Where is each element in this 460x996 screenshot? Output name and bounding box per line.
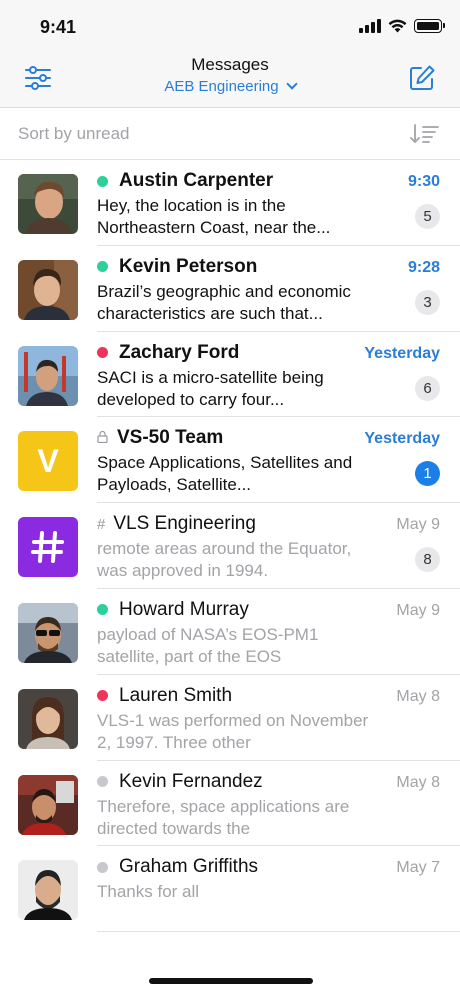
hashtag-icon [31, 531, 64, 564]
name-line: Lauren Smith [97, 685, 232, 707]
message-time: 9:28 [407, 258, 440, 276]
avatar [18, 345, 78, 406]
name-line: Kevin Fernandez [97, 771, 263, 793]
conversation-row[interactable]: Zachary Ford Yesterday SACI is a micro-s… [0, 332, 460, 418]
channel-name: VLS Engineering [113, 513, 256, 535]
message-preview: Therefore, space applications are direct… [97, 796, 350, 838]
unread-count-badge: 6 [415, 375, 440, 401]
avatar [18, 602, 78, 663]
conversation-row[interactable]: Graham Griffiths May 7 Thanks for all [0, 846, 460, 932]
unread-count-badge: 5 [415, 204, 440, 229]
compose-icon[interactable] [408, 64, 436, 92]
name-line: VS-50 Team [97, 427, 223, 449]
workspace-switcher[interactable]: AEB Engineering [0, 78, 460, 95]
page-title: Messages [191, 55, 269, 74]
contact-name: Howard Murray [119, 598, 249, 620]
avatar [18, 259, 78, 320]
contact-name: Austin Carpenter [119, 170, 274, 191]
nav-header: Messages AEB Engineering [0, 50, 460, 108]
conversation-row[interactable]: Lauren Smith May 8 VLS-1 was performed o… [0, 675, 460, 761]
chevron-down-icon [285, 78, 298, 90]
message-preview: remote areas around the Equator, was app… [97, 539, 352, 581]
avatar [18, 688, 78, 749]
message-preview: Hey, the location is in the Northeastern… [97, 196, 331, 237]
unread-count-badge: 3 [415, 289, 440, 315]
message-preview: payload of NASA’s EOS-PM1 satellite, par… [97, 624, 319, 666]
group-name: VS-50 Team [117, 427, 224, 449]
name-line: Graham Griffiths [97, 856, 258, 878]
signal-icon [359, 19, 381, 33]
online-status-dot [97, 604, 108, 616]
busy-status-dot [97, 690, 108, 702]
name-line: Austin Carpenter [97, 170, 273, 192]
message-time: May 8 [396, 687, 440, 705]
conversation-row[interactable]: # VLS Engineering May 9 remote areas aro… [0, 503, 460, 589]
channel-avatar [18, 517, 78, 578]
online-status-dot [97, 261, 108, 273]
contact-name: Zachary Ford [119, 341, 240, 363]
name-line: Howard Murray [97, 599, 249, 621]
message-time: May 7 [396, 859, 440, 877]
status-bar: 9:41 [0, 0, 460, 50]
status-time: 9:41 [40, 17, 77, 37]
home-indicator[interactable] [149, 978, 313, 984]
message-time: 9:30 [407, 173, 440, 190]
conversation-row[interactable]: Austin Carpenter 9:30 Hey, the location … [0, 160, 460, 246]
contact-name: Kevin Fernandez [119, 770, 263, 792]
name-line: # VLS Engineering [97, 513, 256, 535]
avatar [18, 774, 78, 835]
message-time: Yesterday [364, 430, 440, 448]
message-time: Yesterday [364, 344, 440, 362]
message-preview: VLS-1 was performed on November 2, 1997.… [97, 710, 369, 752]
name-line: Zachary Ford [97, 342, 239, 364]
offline-status-dot [97, 861, 108, 873]
battery-icon [414, 19, 445, 33]
sort-bar[interactable]: Sort by unread [0, 109, 460, 160]
online-status-dot [97, 175, 108, 187]
message-time: May 9 [396, 516, 440, 534]
message-preview: Thanks for all [97, 882, 200, 902]
message-preview: Brazil’s geographic and economic charact… [97, 281, 351, 323]
message-time: May 9 [396, 601, 440, 619]
unread-count-badge: 1 [415, 461, 440, 487]
conversation-row[interactable]: Kevin Peterson 9:28 Brazil’s geographic … [0, 246, 460, 332]
lock-icon [97, 430, 108, 446]
offline-status-dot [97, 776, 108, 788]
workspace-label: AEB Engineering [164, 78, 279, 95]
avatar [18, 174, 78, 234]
sort-label: Sort by unread [18, 124, 130, 143]
status-icons [359, 19, 445, 33]
sort-descending-icon[interactable] [410, 123, 440, 145]
conversation-row[interactable]: Kevin Fernandez May 8 Therefore, space a… [0, 761, 460, 847]
conversation-row[interactable]: Howard Murray May 9 payload of NASA’s EO… [0, 589, 460, 675]
avatar [18, 860, 78, 921]
message-preview: Space Applications, Satellites and Paylo… [97, 453, 353, 495]
message-preview: SACI is a micro-satellite being develope… [97, 367, 324, 409]
wifi-icon [388, 19, 407, 33]
conversation-row[interactable]: V VS-50 Team Yesterday Space Application… [0, 417, 460, 503]
busy-status-dot [97, 347, 108, 359]
contact-name: Kevin Peterson [119, 255, 258, 277]
contact-name: Graham Griffiths [119, 856, 259, 878]
conversation-list: Austin Carpenter 9:30 Hey, the location … [0, 160, 460, 932]
message-time: May 8 [396, 773, 440, 791]
contact-name: Lauren Smith [119, 684, 233, 706]
name-line: Kevin Peterson [97, 256, 257, 278]
channel-hash-icon: # [97, 515, 106, 533]
unread-count-badge: 8 [415, 547, 440, 573]
group-avatar: V [18, 431, 78, 492]
